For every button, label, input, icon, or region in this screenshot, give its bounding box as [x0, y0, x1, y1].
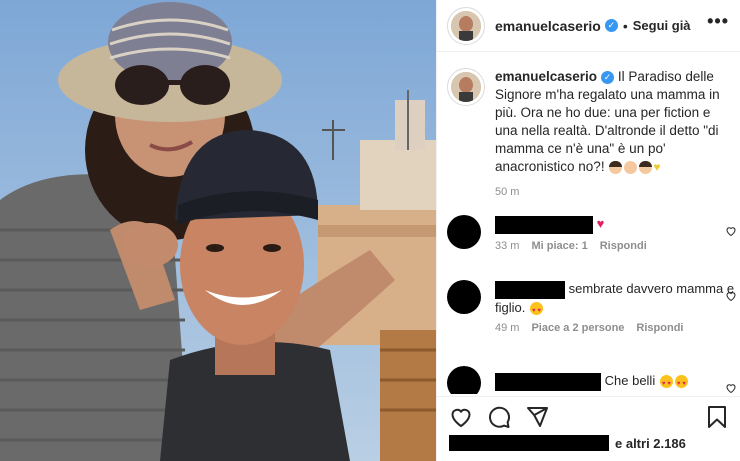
- post-photo[interactable]: [0, 0, 436, 461]
- post-sidebar: emanuelcaserio ✓ • Segui già ••• emanuel…: [436, 0, 740, 461]
- bookmark-icon[interactable]: [705, 405, 729, 429]
- comment-text: Che belli: [495, 366, 737, 393]
- comment-item: Che belli: [447, 366, 737, 394]
- redacted-username: [495, 372, 601, 391]
- verified-badge-icon: ✓: [601, 70, 615, 84]
- comment-meta: 33 m Mi piace: 1 Rispondi: [495, 240, 737, 252]
- red-heart-icon: ♥: [596, 216, 605, 231]
- comment-like-heart-icon[interactable]: [725, 382, 737, 394]
- post-header: emanuelcaserio ✓ • Segui già •••: [437, 0, 740, 52]
- reply-button[interactable]: Rispondi: [636, 322, 683, 334]
- caption-timestamp[interactable]: 50 m: [495, 186, 732, 198]
- post-photo-image: [0, 0, 436, 461]
- reply-button[interactable]: Rispondi: [600, 240, 647, 252]
- comment-likes[interactable]: Mi piace: 1: [531, 240, 587, 252]
- caption-username[interactable]: emanuelcaserio: [495, 69, 597, 84]
- instagram-post: emanuelcaserio ✓ • Segui già ••• emanuel…: [0, 0, 740, 461]
- woman-emoji-icon: [639, 160, 653, 174]
- heart-icon[interactable]: [449, 405, 473, 429]
- comment-item: sembrate davvero mamma e figlio. 49 m Pi…: [447, 280, 737, 334]
- comment-time[interactable]: 33 m: [495, 240, 519, 252]
- heart-eyes-emoji-icon: [529, 301, 543, 320]
- follow-button[interactable]: Segui già: [633, 18, 691, 33]
- post-caption: emanuelcaserio ✓ Il Paradiso delle Signor…: [447, 68, 732, 198]
- comment-item: ♥ 33 m Mi piace: 1 Rispondi: [447, 215, 737, 252]
- comment-avatar[interactable]: [447, 215, 481, 249]
- redacted-username: [495, 215, 593, 234]
- yellow-heart-icon: ♥: [653, 160, 661, 174]
- heart-eyes-emoji-icon: [659, 375, 673, 393]
- redacted-username: [495, 280, 565, 299]
- more-icon[interactable]: •••: [707, 11, 729, 32]
- comment-text: ♥: [495, 215, 737, 234]
- comment-meta: 49 m Piace a 2 persone Rispondi: [495, 322, 695, 334]
- man-emoji-icon: [624, 160, 638, 174]
- caption-avatar-image: [451, 72, 481, 102]
- avatar[interactable]: [447, 6, 485, 45]
- username[interactable]: emanuelcaserio: [495, 18, 601, 34]
- comment-avatar[interactable]: [447, 280, 481, 314]
- comment-icon[interactable]: [487, 405, 511, 429]
- comment-avatar[interactable]: [447, 366, 481, 394]
- heart-eyes-emoji-icon: [674, 375, 688, 393]
- comment-like-heart-icon[interactable]: [725, 290, 737, 302]
- comment-like-heart-icon[interactable]: [725, 225, 737, 237]
- share-icon[interactable]: [525, 405, 549, 429]
- avatar-image: [451, 10, 481, 41]
- caption-text: emanuelcaserio ✓ Il Paradiso delle Signor…: [495, 68, 732, 176]
- separator-dot: •: [622, 17, 628, 34]
- comment-text: sembrate davvero mamma e figlio.: [495, 280, 737, 320]
- verified-badge-icon: ✓: [604, 19, 618, 32]
- woman-emoji-icon: [609, 160, 623, 174]
- redacted-liker: [449, 435, 609, 451]
- action-bar: [437, 396, 740, 436]
- comment-likes[interactable]: Piace a 2 persone: [531, 322, 624, 334]
- caption-avatar[interactable]: [447, 68, 485, 106]
- likes-count[interactable]: e altri 2.186: [449, 435, 686, 451]
- comment-time[interactable]: 49 m: [495, 322, 519, 334]
